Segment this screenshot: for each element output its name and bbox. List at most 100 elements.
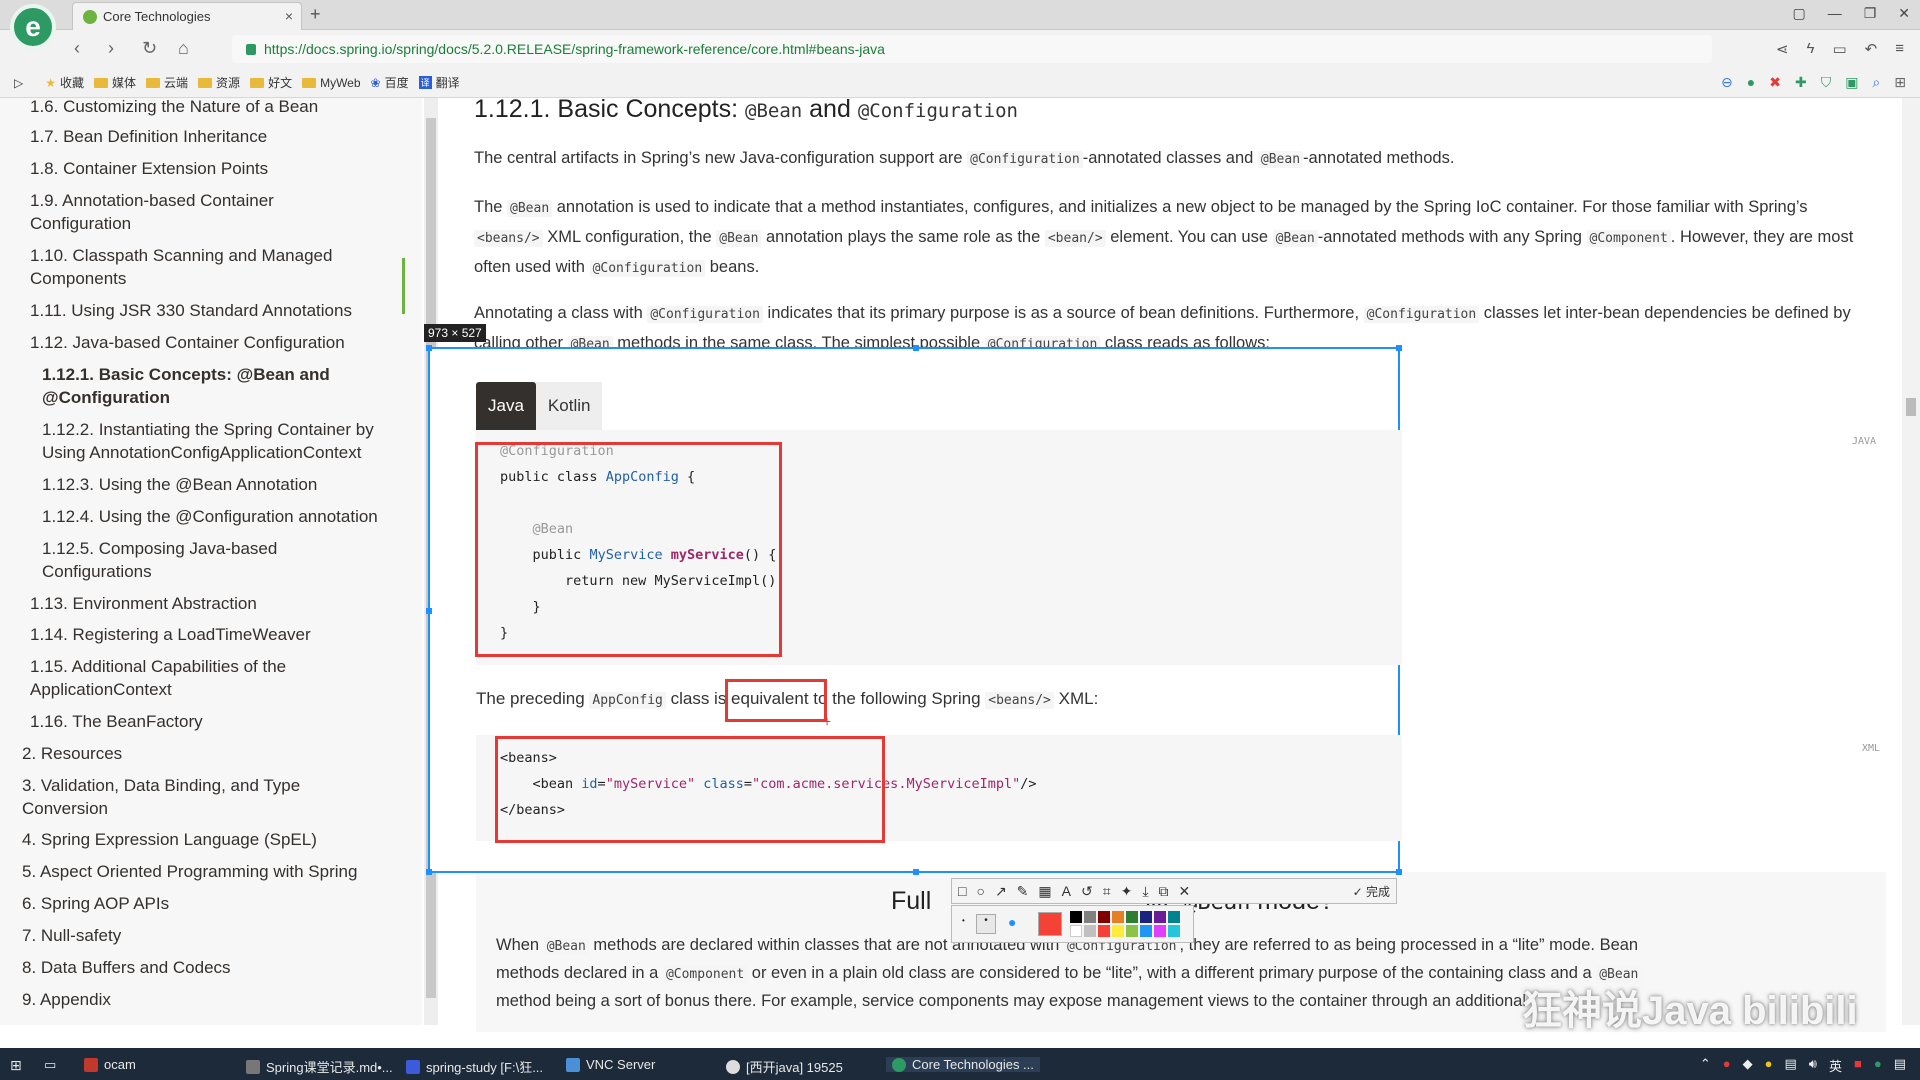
toc-item[interactable]: 2. Resources bbox=[22, 742, 402, 765]
search-icon[interactable]: ⌕ bbox=[1872, 74, 1880, 91]
toc-item[interactable]: 1.11. Using JSR 330 Standard Annotations bbox=[30, 299, 410, 322]
rectangle-tool-icon[interactable]: □ bbox=[958, 883, 966, 899]
toc-item[interactable]: 3. Validation, Data Binding, and Type Co… bbox=[22, 774, 342, 820]
taskbar-item-ocam[interactable]: ocam bbox=[84, 1057, 136, 1072]
close-window-button[interactable]: ✕ bbox=[1898, 5, 1910, 22]
toc-item[interactable]: 1.13. Environment Abstraction bbox=[30, 592, 410, 615]
color-swatch[interactable] bbox=[1070, 925, 1082, 937]
tab-close-icon[interactable]: × bbox=[285, 8, 293, 24]
pin-icon[interactable]: ▢ bbox=[1792, 5, 1805, 22]
tray-app-icon[interactable]: ◆ bbox=[1743, 1056, 1753, 1075]
color-swatch[interactable] bbox=[1126, 925, 1138, 937]
task-view-icon[interactable]: ▭ bbox=[44, 1057, 56, 1073]
reload-icon[interactable]: ↻ bbox=[142, 38, 157, 59]
extension-icon[interactable]: ✚ bbox=[1795, 74, 1807, 91]
red-rectangle-annotation[interactable] bbox=[495, 736, 885, 843]
screenshot-selection[interactable]: Java Kotlin @Configuration public class … bbox=[426, 345, 1402, 875]
toc-item[interactable]: 1.7. Bean Definition Inheritance bbox=[30, 125, 410, 148]
color-swatch[interactable] bbox=[1084, 911, 1096, 923]
toc-item[interactable]: 1.14. Registering a LoadTimeWeaver bbox=[30, 623, 410, 646]
resize-handle[interactable] bbox=[913, 869, 919, 875]
current-color[interactable] bbox=[1038, 912, 1062, 936]
taskbar-item-vnc[interactable]: VNC Server bbox=[566, 1057, 655, 1072]
share-icon[interactable]: ⋖ bbox=[1776, 40, 1789, 58]
color-swatch[interactable] bbox=[1168, 911, 1180, 923]
extension-icon[interactable]: ● bbox=[1747, 74, 1755, 91]
address-bar[interactable]: https://docs.spring.io/spring/docs/5.2.0… bbox=[232, 35, 1712, 63]
scrollbar-thumb[interactable] bbox=[1906, 398, 1916, 416]
taskbar-item-typora[interactable]: Spring课堂记录.md•... bbox=[246, 1057, 393, 1076]
bookmark-folder-myweb[interactable]: MyWeb bbox=[302, 76, 361, 90]
toc-item[interactable]: 7. Null-safety bbox=[22, 924, 402, 947]
taskbar-item-qq[interactable]: [西开java] 19525 bbox=[726, 1057, 843, 1076]
toc-item[interactable]: 1.12.2. Instantiating the Spring Contain… bbox=[42, 418, 402, 464]
home-icon[interactable]: ⌂ bbox=[178, 38, 189, 59]
toc-item[interactable]: 1.10. Classpath Scanning and Managed Com… bbox=[30, 244, 370, 290]
browser-logo-icon[interactable]: e bbox=[10, 4, 56, 50]
tray-app-icon[interactable]: ● bbox=[1874, 1056, 1882, 1075]
tab-java[interactable]: Java bbox=[476, 382, 536, 430]
tray-app-icon[interactable]: ● bbox=[1765, 1056, 1773, 1075]
bookmark-translate[interactable]: 译翻译 bbox=[418, 74, 460, 91]
toc-item[interactable]: 8. Data Buffers and Codecs bbox=[22, 956, 402, 979]
network-icon[interactable]: ▤ bbox=[1784, 1056, 1796, 1075]
ime-icon[interactable]: 英 bbox=[1829, 1056, 1842, 1075]
toc-item[interactable]: 1.12. Java-based Container Configuration bbox=[30, 331, 410, 354]
maximize-button[interactable]: ❐ bbox=[1864, 5, 1877, 22]
ocr-icon[interactable]: ⌗ bbox=[1103, 883, 1111, 900]
done-button[interactable]: ✓ 完成 bbox=[1353, 883, 1390, 900]
toc-item[interactable]: 4. Spring Expression Language (SpEL) bbox=[22, 828, 402, 851]
color-swatch[interactable] bbox=[1140, 911, 1152, 923]
resize-handle[interactable] bbox=[426, 608, 432, 614]
color-swatch[interactable] bbox=[1168, 925, 1180, 937]
undo-icon[interactable]: ↺ bbox=[1081, 883, 1093, 900]
text-tool-icon[interactable]: A bbox=[1062, 883, 1071, 899]
new-tab-button[interactable]: + bbox=[310, 4, 321, 25]
main-scrollbar[interactable] bbox=[1902, 98, 1920, 1025]
resize-handle[interactable] bbox=[426, 869, 432, 875]
bookmark-folder-resources[interactable]: 资源 bbox=[198, 74, 240, 91]
resize-handle[interactable] bbox=[913, 345, 919, 351]
tab-core-technologies[interactable]: Core Technologies × bbox=[72, 2, 302, 30]
taskbar-item-browser[interactable]: Core Technologies ... bbox=[886, 1057, 1040, 1072]
extension-icon[interactable]: ▣ bbox=[1845, 74, 1858, 91]
bookmark-folder-cloud[interactable]: 云端 bbox=[146, 74, 188, 91]
resize-handle[interactable] bbox=[426, 345, 432, 351]
color-swatch[interactable] bbox=[1070, 911, 1082, 923]
color-swatch[interactable] bbox=[1154, 911, 1166, 923]
color-swatch[interactable] bbox=[1126, 911, 1138, 923]
pen-tool-icon[interactable]: ✎ bbox=[1017, 883, 1029, 900]
color-swatch[interactable] bbox=[1098, 925, 1110, 937]
lightning-icon[interactable]: ϟ bbox=[1807, 40, 1815, 58]
toc-item[interactable]: 5. Aspect Oriented Programming with Spri… bbox=[22, 860, 402, 883]
toc-item[interactable]: 1.12.4. Using the @Configuration annotat… bbox=[42, 505, 422, 528]
bookmark-folder-media[interactable]: 媒体 bbox=[94, 74, 136, 91]
grid-icon[interactable]: ⊞ bbox=[1894, 74, 1906, 91]
battery-icon[interactable]: ▭ bbox=[1832, 40, 1846, 58]
toc-item[interactable]: 1.12.3. Using the @Bean Annotation bbox=[42, 473, 422, 496]
menu-icon[interactable]: ≡ bbox=[1895, 40, 1904, 58]
minimize-button[interactable]: — bbox=[1828, 5, 1842, 22]
toc-item[interactable]: 1.12.5. Composing Java-based Configurati… bbox=[42, 537, 322, 583]
tray-app-icon[interactable]: ■ bbox=[1854, 1056, 1862, 1075]
volume-icon[interactable]: 🔊︎ bbox=[1809, 1056, 1817, 1075]
cancel-icon[interactable]: ✕ bbox=[1179, 883, 1191, 900]
color-swatch[interactable] bbox=[1098, 911, 1110, 923]
extension-icon[interactable]: ✖ bbox=[1769, 74, 1781, 91]
toc-item[interactable]: 1.8. Container Extension Points bbox=[30, 157, 410, 180]
arrow-tool-icon[interactable]: ↗ bbox=[995, 883, 1007, 900]
color-swatch[interactable] bbox=[1154, 925, 1166, 937]
copy-icon[interactable]: ⧉ bbox=[1159, 883, 1169, 900]
undo-icon[interactable]: ↶ bbox=[1865, 40, 1878, 58]
red-rectangle-annotation[interactable] bbox=[725, 679, 827, 722]
back-arrow-icon[interactable]: ‹ bbox=[74, 38, 80, 59]
red-rectangle-annotation[interactable] bbox=[475, 442, 782, 657]
pin-icon[interactable]: ✦ bbox=[1121, 883, 1133, 900]
bookmark-favorites[interactable]: ★ 收藏 bbox=[45, 74, 84, 91]
shield-icon[interactable]: ⛉ bbox=[1821, 74, 1832, 91]
chevron-up-icon[interactable]: ⌃ bbox=[1700, 1056, 1711, 1075]
size-small-dot[interactable]: • bbox=[962, 916, 965, 925]
tab-kotlin[interactable]: Kotlin bbox=[535, 382, 603, 430]
color-swatch[interactable] bbox=[1084, 925, 1096, 937]
mosaic-tool-icon[interactable]: ▦ bbox=[1038, 883, 1051, 900]
